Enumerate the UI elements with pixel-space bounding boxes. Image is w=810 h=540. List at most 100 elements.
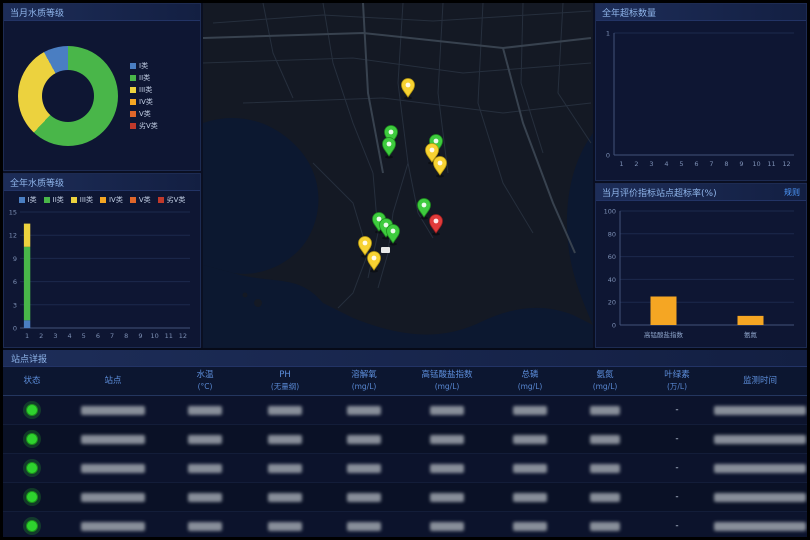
table-title-bar: 站点详报	[3, 350, 807, 367]
column-header: 叶绿素(万/L)	[641, 370, 713, 392]
svg-text:0: 0	[13, 325, 17, 333]
legend-swatch	[130, 123, 136, 129]
legend-item: 劣V类	[158, 193, 186, 206]
chlorophyll-cell: -	[641, 492, 713, 502]
redacted-cell	[245, 493, 325, 502]
svg-text:2: 2	[39, 332, 43, 340]
legend-swatch	[130, 99, 136, 105]
redacted-value	[188, 522, 222, 531]
legend-swatch	[44, 197, 50, 203]
legend-item: V类	[130, 193, 151, 206]
status-cell	[3, 520, 61, 532]
svg-text:0: 0	[612, 322, 616, 330]
redacted-value	[714, 406, 806, 415]
redacted-value	[188, 493, 222, 502]
svg-text:15: 15	[9, 209, 17, 217]
redacted-cell	[491, 493, 569, 502]
svg-text:2: 2	[634, 160, 638, 168]
legend-item: II类	[44, 193, 64, 206]
svg-text:8: 8	[124, 332, 128, 340]
redacted-cell	[403, 464, 491, 473]
redacted-value	[714, 435, 806, 444]
redacted-cell	[491, 406, 569, 415]
table-row[interactable]: -	[3, 483, 807, 512]
panel-header: 当月水质等级	[4, 4, 200, 21]
redacted-value	[347, 435, 381, 444]
column-header: 水温(°C)	[165, 370, 245, 392]
legend-label: IV类	[109, 196, 123, 204]
status-cell	[3, 462, 61, 474]
table-header-row: 状态站点水温(°C)PH(无量纲)溶解氧(mg/L)高锰酸盐指数(mg/L)总磷…	[3, 367, 807, 396]
dashboard: 当月水质等级 I类II类III类IV类V类劣V类 全年水质等级 I类II类III…	[0, 0, 810, 540]
svg-text:60: 60	[608, 253, 616, 261]
rules-link[interactable]: 规则	[784, 187, 800, 198]
redacted-cell	[491, 464, 569, 473]
svg-text:4: 4	[664, 160, 668, 168]
panel-title: 全年水质等级	[10, 176, 64, 189]
status-dot	[26, 433, 38, 445]
redacted-value	[188, 435, 222, 444]
svg-text:11: 11	[767, 160, 775, 168]
legend-label: V类	[139, 110, 151, 118]
chlorophyll-cell: -	[641, 434, 713, 444]
table-row[interactable]: -	[3, 396, 807, 425]
redacted-value	[590, 522, 620, 531]
legend-label: II类	[139, 74, 150, 82]
redacted-value	[347, 406, 381, 415]
legend-item: IV类	[100, 193, 123, 206]
svg-text:12: 12	[9, 232, 17, 240]
svg-text:12: 12	[782, 160, 790, 168]
status-cell	[3, 491, 61, 503]
redacted-value	[268, 464, 302, 473]
svg-text:3: 3	[649, 160, 653, 168]
panel-title: 当月水质等级	[10, 6, 64, 19]
panel-header: 全年水质等级	[4, 174, 200, 191]
svg-text:氨氮: 氨氮	[744, 330, 758, 339]
redacted-cell	[713, 435, 807, 444]
redacted-value	[81, 493, 145, 502]
svg-text:40: 40	[608, 276, 616, 284]
monthly-rate-bar-chart: 020406080100高锰酸盐指数氨氮	[596, 201, 806, 347]
redacted-cell	[165, 522, 245, 531]
svg-text:7: 7	[709, 160, 713, 168]
svg-text:20: 20	[608, 299, 616, 307]
svg-text:6: 6	[96, 332, 100, 340]
redacted-value	[81, 435, 145, 444]
table-row[interactable]: -	[3, 454, 807, 483]
annual-exceed-line-chart: 01123456789101112	[596, 21, 806, 180]
redacted-cell	[569, 435, 641, 444]
redacted-cell	[61, 493, 165, 502]
redacted-cell	[403, 435, 491, 444]
panel-header: 当月评价指标站点超标率(%) 规则	[596, 184, 806, 201]
redacted-cell	[245, 435, 325, 444]
redacted-value	[590, 435, 620, 444]
redacted-cell	[713, 406, 807, 415]
redacted-value	[430, 406, 464, 415]
redacted-value	[513, 493, 547, 502]
legend-item: III类	[130, 86, 158, 94]
status-dot	[26, 491, 38, 503]
redacted-cell	[713, 522, 807, 531]
redacted-cell	[325, 406, 403, 415]
svg-text:10: 10	[150, 332, 158, 340]
redacted-cell	[325, 522, 403, 531]
redacted-value	[188, 464, 222, 473]
redacted-value	[590, 406, 620, 415]
svg-text:8: 8	[724, 160, 728, 168]
table-row[interactable]: -	[3, 512, 807, 537]
panel-monthly-exceed-rate: 当月评价指标站点超标率(%) 规则 020406080100高锰酸盐指数氨氮	[595, 183, 807, 348]
grade-legend-horizontal: I类II类III类IV类V类劣V类	[4, 191, 200, 206]
svg-text:1: 1	[619, 160, 623, 168]
legend-label: V类	[139, 196, 151, 204]
redacted-value	[81, 522, 145, 531]
svg-text:3: 3	[53, 332, 57, 340]
map[interactable]	[203, 3, 593, 348]
status-dot	[26, 462, 38, 474]
redacted-cell	[569, 522, 641, 531]
redacted-value	[430, 435, 464, 444]
redacted-cell	[403, 406, 491, 415]
redacted-cell	[165, 406, 245, 415]
table-row[interactable]: -	[3, 425, 807, 454]
station-report-section: 站点详报 状态站点水温(°C)PH(无量纲)溶解氧(mg/L)高锰酸盐指数(mg…	[3, 348, 807, 537]
panel-header: 全年超标数量	[596, 4, 806, 21]
